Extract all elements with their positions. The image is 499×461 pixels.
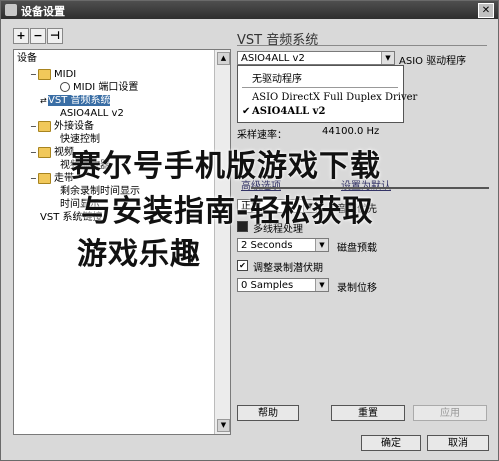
tree-item-midi-ports[interactable]: MIDI 端口设置 (60, 81, 138, 94)
scroll-up-icon[interactable]: ▲ (217, 52, 230, 65)
add-device-button[interactable]: + (13, 28, 29, 44)
adjust-latency-label: 调整录制潜伏期 (253, 263, 323, 274)
sample-rate-label: 采样速率： (237, 130, 287, 141)
reset-button[interactable]: 重置 (331, 405, 405, 421)
tree-item-transport[interactable]: − 走带 (30, 172, 74, 185)
close-icon[interactable]: ✕ (478, 3, 494, 18)
title-bar: 设备设置 ✕ (1, 1, 498, 19)
device-settings-window: 设备设置 ✕ + − ⊣ 设备 − MIDI MIDI 端口设置 ⇄VST 音频系统 … (0, 0, 499, 461)
overlay-headline-1: 赛尔号手机版游戏下载 (71, 149, 381, 184)
app-icon (5, 4, 17, 16)
adjust-latency-checkbox[interactable]: ✔ (237, 260, 248, 271)
tree-scrollbar[interactable]: ▲ ▼ (214, 50, 230, 434)
reset-device-button[interactable]: ⊣ (47, 28, 63, 44)
chevron-down-icon: ▼ (315, 279, 328, 291)
folder-icon (38, 120, 51, 132)
menu-item-directx[interactable]: ASIO DirectX Full Duplex Driver (252, 92, 417, 103)
tree-item-video[interactable]: − 视频 (30, 146, 74, 159)
chevron-down-icon: ▼ (381, 52, 394, 64)
cancel-button[interactable]: 取消 (427, 435, 489, 451)
tree-item-external[interactable]: − 外接设备 (30, 120, 94, 133)
menu-item-asio4all[interactable]: ASIO4ALL v2 (252, 106, 325, 117)
driver-dropdown-menu: 无驱动程序 ASIO DirectX Full Duplex Driver ✔ … (237, 65, 417, 123)
asio-driver-label: ASIO 驱动程序 (399, 56, 467, 67)
folder-icon (38, 68, 51, 80)
tree-header: 设备 (17, 53, 37, 64)
asio-driver-select[interactable]: ASIO4ALL v2 ▼ (237, 51, 395, 65)
sample-rate-value: 44100.0 Hz (322, 126, 380, 137)
chevron-down-icon: ▼ (315, 239, 328, 251)
tree-item-vst-audio[interactable]: ⇄VST 音频系统 (40, 94, 111, 107)
radio-icon (60, 82, 70, 92)
folder-icon (38, 172, 51, 184)
arrow-icon: ⇄ (40, 96, 47, 105)
checkmark-icon: ✔ (242, 106, 251, 117)
folder-icon (38, 146, 51, 158)
title-divider (237, 45, 487, 46)
window-title: 设备设置 (21, 5, 65, 18)
tree-toolbar: + − ⊣ (13, 28, 64, 44)
overlay-headline-3: 游戏乐趣 (77, 237, 201, 272)
tree-item-asio4all[interactable]: ASIO4ALL v2 (60, 107, 124, 120)
scroll-down-icon[interactable]: ▼ (217, 419, 230, 432)
help-button[interactable]: 帮助 (237, 405, 299, 421)
apply-button[interactable]: 应用 (413, 405, 487, 421)
disk-preload-label: 磁盘预载 (337, 243, 377, 254)
remove-device-button[interactable]: − (30, 28, 46, 44)
overlay-headline-2: 与安装指南-轻松获取 (81, 194, 374, 229)
record-offset-label: 录制位移 (337, 283, 377, 294)
menu-item-no-driver[interactable]: 无驱动程序 (252, 70, 302, 85)
ok-button[interactable]: 确定 (361, 435, 421, 451)
record-offset-select[interactable]: 0 Samples ▼ (237, 278, 329, 292)
disk-preload-select[interactable]: 2 Seconds ▼ (237, 238, 329, 252)
tree-item-midi[interactable]: − MIDI (30, 68, 76, 81)
